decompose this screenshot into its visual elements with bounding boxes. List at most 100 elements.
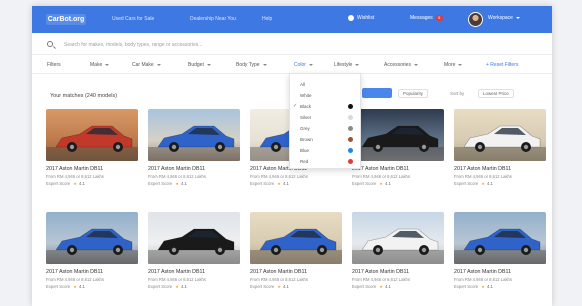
car-price: From RM 4,946 or 8,612 Lakhs bbox=[352, 277, 410, 282]
car-title[interactable]: 2017 Aston Martin DB11 bbox=[148, 269, 205, 275]
nav-link-dealership[interactable]: Dealership Near You bbox=[190, 16, 236, 22]
car-rating: Expert Score ★ 4.1 bbox=[46, 284, 85, 289]
sort-price-select[interactable]: Lowest Price bbox=[478, 89, 514, 98]
filter-accessories-label: Accessories bbox=[384, 62, 411, 68]
color-swatch-icon bbox=[348, 115, 353, 120]
rating-value: 4.1 bbox=[486, 181, 493, 186]
filter-color-label: Color bbox=[294, 62, 306, 68]
wishlist-button[interactable]: Wishlist bbox=[348, 15, 374, 21]
star-icon: ★ bbox=[481, 284, 485, 289]
car-card[interactable]: 2017 Aston Martin DB11 From RM 4,946 or 8… bbox=[352, 109, 444, 191]
car-illustration bbox=[454, 228, 546, 264]
car-price: From RM 4,946 or 8,612 Lakhs bbox=[250, 277, 308, 282]
filter-body-type[interactable]: Body Type bbox=[236, 62, 267, 68]
car-illustration bbox=[148, 228, 240, 264]
car-photo[interactable] bbox=[148, 109, 240, 161]
color-option-brown[interactable]: Brown bbox=[300, 137, 313, 142]
car-photo[interactable] bbox=[352, 109, 444, 161]
filter-bar: Filters Make Car Make Budget Body Type C… bbox=[32, 55, 552, 74]
rating-label: Expert Score bbox=[46, 181, 71, 186]
color-option-white[interactable]: White bbox=[300, 93, 312, 98]
car-rating: Expert Score ★ 4.1 bbox=[352, 284, 391, 289]
car-title[interactable]: 2017 Aston Martin DB11 bbox=[46, 269, 103, 275]
car-title[interactable]: 2017 Aston Martin DB11 bbox=[250, 269, 307, 275]
filter-accessories[interactable]: Accessories bbox=[384, 62, 418, 68]
car-photo[interactable] bbox=[148, 212, 240, 264]
color-option-grey[interactable]: Grey bbox=[300, 126, 310, 131]
user-avatar[interactable] bbox=[468, 12, 483, 27]
car-title[interactable]: 2017 Aston Martin DB11 bbox=[148, 166, 205, 172]
grid-view-button[interactable] bbox=[362, 88, 392, 98]
filter-car-make[interactable]: Car Make bbox=[132, 62, 161, 68]
user-menu[interactable]: Workspace bbox=[488, 15, 520, 21]
rating-value: 4.1 bbox=[78, 181, 85, 186]
car-title[interactable]: 2017 Aston Martin DB11 bbox=[454, 166, 511, 172]
car-card[interactable]: 2017 Aston Martin DB11 From RM 4,946 or 8… bbox=[46, 109, 138, 191]
car-card[interactable]: 2017 Aston Martin DB11 From RM 4,946 or 8… bbox=[454, 109, 546, 191]
messages-count-badge: 5 bbox=[435, 15, 443, 21]
filter-make[interactable]: Make bbox=[90, 62, 110, 68]
search-icon bbox=[47, 41, 53, 47]
chevron-down-icon bbox=[515, 17, 520, 19]
search-input[interactable]: Search for makes, models, body types, ra… bbox=[64, 42, 202, 48]
rating-label: Expert Score bbox=[454, 181, 479, 186]
color-option-all[interactable]: All bbox=[300, 82, 305, 87]
filter-lifestyle[interactable]: Lifestyle bbox=[334, 62, 360, 68]
car-photo[interactable] bbox=[352, 212, 444, 264]
color-filter-dropdown[interactable]: All White Black ✓ Silver Grey Brown Blue Red bbox=[289, 73, 361, 169]
color-option-black[interactable]: Black bbox=[300, 104, 311, 109]
chevron-down-icon bbox=[206, 63, 211, 66]
car-card[interactable]: 2017 Aston Martin DB11 From RM 4,946 or 8… bbox=[148, 212, 240, 294]
filter-budget-label: Budget bbox=[188, 62, 204, 68]
car-illustration bbox=[352, 125, 444, 161]
rating-value: 4.1 bbox=[180, 284, 187, 289]
rating-label: Expert Score bbox=[250, 284, 275, 289]
color-option-silver[interactable]: Silver bbox=[300, 115, 311, 120]
rating-label: Expert Score bbox=[352, 181, 377, 186]
car-price: From RM 4,946 or 8,612 Lakhs bbox=[250, 174, 308, 179]
filter-all[interactable]: Filters bbox=[47, 62, 61, 68]
car-title[interactable]: 2017 Aston Martin DB11 bbox=[454, 269, 511, 275]
rating-label: Expert Score bbox=[352, 284, 377, 289]
search-bar[interactable]: Search for makes, models, body types, ra… bbox=[32, 33, 552, 55]
car-photo[interactable] bbox=[250, 212, 342, 264]
car-title[interactable]: 2017 Aston Martin DB11 bbox=[46, 166, 103, 172]
sort-popularity-select[interactable]: Popularity bbox=[398, 89, 429, 98]
nav-link-used-cars[interactable]: Used Cars for Sale bbox=[112, 16, 154, 22]
color-option-red[interactable]: Red bbox=[300, 159, 308, 164]
car-rating: Expert Score ★ 4.1 bbox=[454, 284, 493, 289]
rating-value: 4.1 bbox=[486, 284, 493, 289]
rating-label: Expert Score bbox=[46, 284, 71, 289]
car-price: From RM 4,946 or 8,612 Lakhs bbox=[454, 174, 512, 179]
car-card[interactable]: 2017 Aston Martin DB11 From RM 4,946 or 8… bbox=[148, 109, 240, 191]
car-card[interactable]: 2017 Aston Martin DB11 From RM 4,946 or 8… bbox=[250, 212, 342, 294]
car-photo[interactable] bbox=[454, 109, 546, 161]
car-rating: Expert Score ★ 4.1 bbox=[148, 181, 187, 186]
filter-budget[interactable]: Budget bbox=[188, 62, 211, 68]
car-photo[interactable] bbox=[46, 212, 138, 264]
reset-filters-link[interactable]: + Reset Filters bbox=[486, 62, 518, 68]
car-price: From RM 4,946 or 8,612 Lakhs bbox=[46, 174, 104, 179]
car-card[interactable]: 2017 Aston Martin DB11 From RM 4,946 or 8… bbox=[352, 212, 444, 294]
car-photo[interactable] bbox=[454, 212, 546, 264]
nav-link-help[interactable]: Help bbox=[262, 16, 272, 22]
results-count: Your matches (240 models) bbox=[50, 93, 118, 99]
filter-body-type-label: Body Type bbox=[236, 62, 260, 68]
car-title[interactable]: 2017 Aston Martin DB11 bbox=[352, 269, 409, 275]
filter-more[interactable]: More bbox=[444, 62, 463, 68]
car-illustration bbox=[454, 125, 546, 161]
car-card[interactable]: 2017 Aston Martin DB11 From RM 4,946 or 8… bbox=[454, 212, 546, 294]
filter-car-make-label: Car Make bbox=[132, 62, 154, 68]
star-icon: ★ bbox=[481, 181, 485, 186]
brand-logo[interactable]: CarBot.org bbox=[46, 14, 86, 25]
color-option-blue[interactable]: Blue bbox=[300, 148, 309, 153]
star-icon: ★ bbox=[73, 284, 77, 289]
checkmark-icon: ✓ bbox=[293, 103, 298, 109]
car-card[interactable]: 2017 Aston Martin DB11 From RM 4,946 or 8… bbox=[46, 212, 138, 294]
star-icon: ★ bbox=[175, 181, 179, 186]
car-photo[interactable] bbox=[46, 109, 138, 161]
filter-color[interactable]: Color bbox=[294, 62, 313, 68]
messages-button[interactable]: Messages 5 bbox=[410, 15, 443, 21]
car-illustration bbox=[352, 228, 444, 264]
filter-make-label: Make bbox=[90, 62, 103, 68]
